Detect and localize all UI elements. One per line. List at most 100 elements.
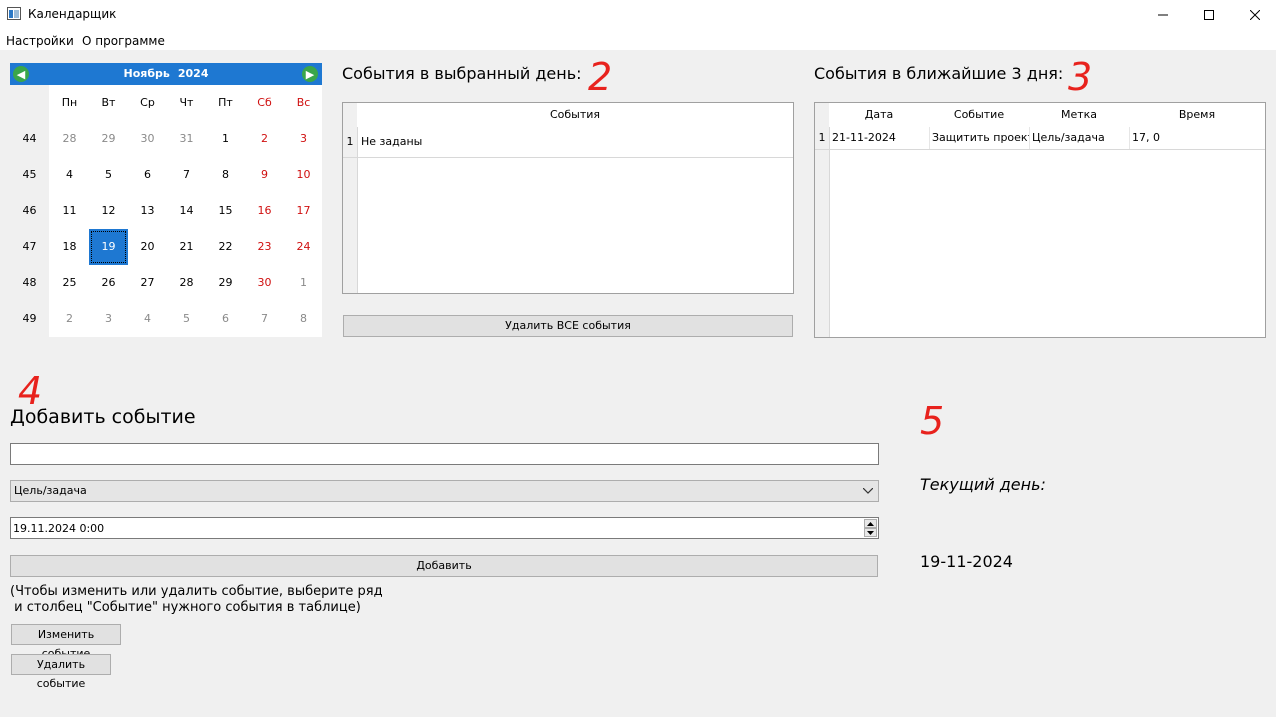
table-row[interactable]: 1 Не заданы	[343, 127, 793, 158]
calendar-day[interactable]: 30	[245, 265, 284, 301]
weekday-header: Ср	[140, 96, 155, 109]
calendar-day[interactable]: 24	[284, 229, 323, 265]
calendar-day[interactable]: 25	[50, 265, 89, 301]
calendar-day[interactable]: 29	[89, 121, 128, 157]
edit-event-button[interactable]: Изменить событие	[11, 624, 121, 660]
calendar-day[interactable]: 26	[89, 265, 128, 301]
delete-event-button[interactable]: Удалить событие	[11, 654, 111, 690]
calendar-day[interactable]: 29	[206, 265, 245, 301]
calendar-title: Ноябрь 2024	[10, 67, 322, 80]
event-cell[interactable]: Не заданы	[358, 131, 791, 153]
calendar-day[interactable]: 10	[284, 157, 323, 193]
calendar-day[interactable]: 6	[128, 157, 167, 193]
calendar-day[interactable]: 3	[284, 121, 323, 157]
calendar-day[interactable]: 2	[50, 301, 89, 337]
datetime-value: 19.11.2024 0:00	[13, 522, 105, 535]
event-cell[interactable]: Защитить проект	[929, 127, 1030, 149]
calendar-day[interactable]: 5	[167, 301, 206, 337]
calendar-day[interactable]: 14	[167, 193, 206, 229]
weekday-header: Вт	[101, 96, 116, 109]
column-header-date[interactable]: Дата	[829, 103, 930, 127]
calendar-day[interactable]: 11	[50, 193, 89, 229]
arrow-right-icon: ▶	[305, 67, 315, 81]
category-select[interactable]: Цель/задача	[10, 480, 879, 502]
calendar-day[interactable]: 18	[50, 229, 89, 265]
row-number: 1	[815, 127, 829, 149]
hint-text-line-1: (Чтобы изменить или удалить событие, выб…	[10, 584, 383, 599]
current-day-value: 19-11-2024	[920, 552, 1013, 571]
spin-down-button[interactable]	[864, 528, 877, 537]
table-row[interactable]: 1 21-11-2024 Защитить проект Цель/задача…	[815, 127, 1265, 150]
selected-day-events-table[interactable]: События 1 Не заданы	[342, 102, 794, 294]
calendar-day[interactable]: 6	[206, 301, 245, 337]
minimize-icon	[1158, 14, 1168, 16]
selected-day-events-title: События в выбранный день:	[342, 64, 582, 83]
calendar-day[interactable]: 30	[128, 121, 167, 157]
close-button[interactable]	[1232, 0, 1276, 30]
add-event-title: Добавить событие	[10, 406, 196, 428]
upcoming-events-title: События в ближайшие 3 дня:	[814, 64, 1064, 83]
minimize-button[interactable]	[1140, 0, 1186, 30]
calendar-day[interactable]: 27	[128, 265, 167, 301]
annotation-4: 4	[18, 369, 43, 413]
calendar-day[interactable]: 17	[284, 193, 323, 229]
tag-cell[interactable]: Цель/задача	[1029, 127, 1130, 149]
calendar-day[interactable]: 8	[284, 301, 323, 337]
time-cell[interactable]: 17, 0	[1129, 127, 1265, 149]
calendar-nav-bar: ◀ Ноябрь 2024 ▶	[10, 63, 322, 85]
upcoming-events-table[interactable]: Дата Событие Метка Время 1 21-11-2024 За…	[814, 102, 1266, 338]
calendar-day[interactable]: 12	[89, 193, 128, 229]
calendar-day[interactable]: 8	[206, 157, 245, 193]
annotation-5: 5	[920, 399, 945, 443]
calendar-day[interactable]: 16	[245, 193, 284, 229]
week-number: 46	[22, 204, 37, 217]
column-header-events[interactable]: События	[357, 103, 793, 127]
calendar-day[interactable]: 13	[128, 193, 167, 229]
hint-text-line-2: и столбец "Событие" нужного события в та…	[10, 600, 361, 615]
calendar-day[interactable]: 28	[167, 265, 206, 301]
month-selector[interactable]: Ноябрь	[124, 67, 170, 80]
triangle-up-icon	[867, 521, 874, 526]
calendar-day[interactable]: 7	[167, 157, 206, 193]
calendar-day[interactable]: 1	[206, 121, 245, 157]
column-header-time[interactable]: Время	[1129, 103, 1265, 127]
calendar-day[interactable]: 4	[50, 157, 89, 193]
calendar-day[interactable]: 3	[89, 301, 128, 337]
week-number: 48	[22, 276, 37, 289]
row-number: 1	[343, 131, 357, 153]
menu-settings[interactable]: Настройки	[6, 34, 74, 48]
calendar-day[interactable]: 23	[245, 229, 284, 265]
app-icon	[7, 7, 21, 20]
calendar-day[interactable]: 28	[50, 121, 89, 157]
week-number: 45	[22, 168, 37, 181]
calendar-day[interactable]: 21	[167, 229, 206, 265]
close-icon	[1250, 10, 1260, 20]
weekday-header: Пт	[218, 96, 233, 109]
calendar-day[interactable]: 15	[206, 193, 245, 229]
event-name-input[interactable]	[10, 443, 879, 465]
calendar-day[interactable]: 2	[245, 121, 284, 157]
spin-up-button[interactable]	[864, 519, 877, 528]
column-header-tag[interactable]: Метка	[1029, 103, 1130, 127]
calendar-day[interactable]: 22	[206, 229, 245, 265]
calendar-day[interactable]: 7	[245, 301, 284, 337]
date-cell[interactable]: 21-11-2024	[829, 127, 930, 149]
calendar-day[interactable]: 5	[89, 157, 128, 193]
datetime-input[interactable]: 19.11.2024 0:00	[10, 517, 879, 539]
calendar-day[interactable]: 4	[128, 301, 167, 337]
weekday-header: Сб	[257, 96, 272, 109]
add-event-button[interactable]: Добавить	[10, 555, 878, 577]
delete-all-events-button[interactable]: Удалить ВСЕ события	[343, 315, 793, 337]
calendar-day[interactable]: 31	[167, 121, 206, 157]
menu-about[interactable]: О программе	[82, 34, 165, 48]
calendar-day[interactable]: 9	[245, 157, 284, 193]
column-header-event[interactable]: Событие	[929, 103, 1030, 127]
year-selector[interactable]: 2024	[178, 67, 209, 80]
calendar-day-selected[interactable]: 19	[89, 229, 128, 265]
calendar-day[interactable]: 20	[128, 229, 167, 265]
menu-bar	[0, 30, 1276, 50]
week-number: 49	[22, 312, 37, 325]
calendar-day[interactable]: 1	[284, 265, 323, 301]
maximize-button[interactable]	[1186, 0, 1232, 30]
next-month-button[interactable]: ▶	[302, 66, 318, 82]
